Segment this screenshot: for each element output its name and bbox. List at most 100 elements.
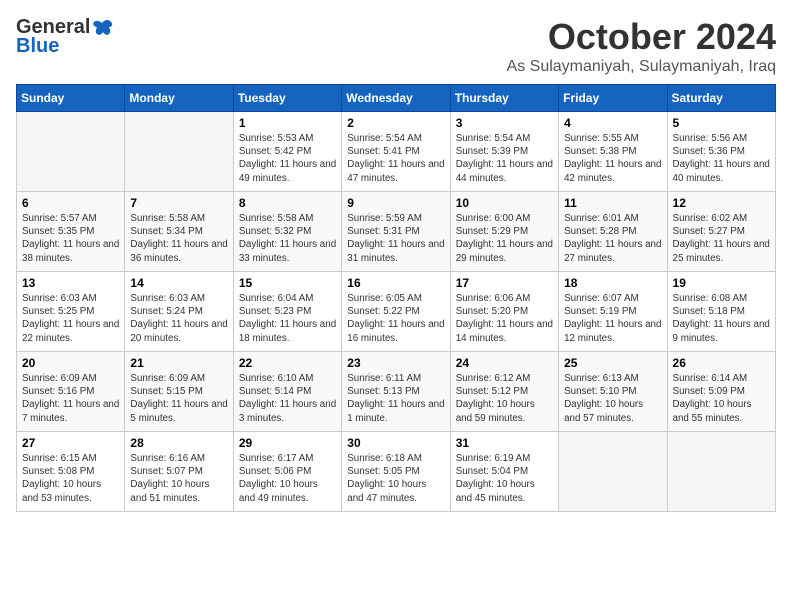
calendar-week-row: 27 Sunrise: 6:15 AM Sunset: 5:08 PM Dayli… [17,432,776,512]
day-info: Sunrise: 5:56 AM Sunset: 5:36 PM Dayligh… [673,132,770,185]
page-header: General Blue October 2024 As Sulaymaniya… [16,16,776,76]
location-title: As Sulaymaniyah, Sulaymaniyah, Iraq [507,58,776,76]
day-info: Sunrise: 6:00 AM Sunset: 5:29 PM Dayligh… [456,212,553,265]
calendar-cell: 29Sunrise: 6:17 AM Sunset: 5:06 PM Dayli… [233,432,341,512]
calendar-cell: 15 Sunrise: 6:04 AM Sunset: 5:23 PM Dayli… [233,272,341,352]
day-number: 30 [347,436,444,450]
day-info: Sunrise: 6:01 AM Sunset: 5:28 PM Dayligh… [564,212,661,265]
day-info: Sunrise: 6:18 AM Sunset: 5:05 PM Dayligh… [347,452,444,505]
day-number: 8 [239,196,336,210]
title-area: October 2024 As Sulaymaniyah, Sulaymaniy… [507,16,776,76]
day-number: 26 [673,356,770,370]
day-info: Sunrise: 6:08 AM Sunset: 5:18 PM Dayligh… [673,292,770,345]
calendar-cell: 20 Sunrise: 6:09 AM Sunset: 5:16 PM Dayli… [17,352,125,432]
col-header-monday: Monday [125,85,233,112]
day-number: 18 [564,276,661,290]
day-number: 24 [456,356,553,370]
day-info: Sunrise: 6:03 AM Sunset: 5:24 PM Dayligh… [130,292,227,345]
day-info: Sunrise: 6:11 AM Sunset: 5:13 PM Dayligh… [347,372,444,425]
calendar-cell [125,112,233,192]
calendar-cell [667,432,775,512]
day-info: Sunrise: 6:15 AM Sunset: 5:08 PM Dayligh… [22,452,119,505]
calendar-header-row: SundayMondayTuesdayWednesdayThursdayFrid… [17,85,776,112]
calendar-cell [559,432,667,512]
calendar-cell: 9 Sunrise: 5:59 AM Sunset: 5:31 PM Daylig… [342,192,450,272]
col-header-sunday: Sunday [17,85,125,112]
day-number: 12 [673,196,770,210]
calendar-cell: 25 Sunrise: 6:13 AM Sunset: 5:10 PM Dayli… [559,352,667,432]
day-info: Sunrise: 5:53 AM Sunset: 5:42 PM Dayligh… [239,132,336,185]
day-number: 28 [130,436,227,450]
calendar-cell: 12Sunrise: 6:02 AM Sunset: 5:27 PM Dayli… [667,192,775,272]
calendar-cell: 2 Sunrise: 5:54 AM Sunset: 5:41 PM Daylig… [342,112,450,192]
day-number: 2 [347,116,444,130]
calendar-cell: 1 Sunrise: 5:53 AM Sunset: 5:42 PM Daylig… [233,112,341,192]
day-info: Sunrise: 6:13 AM Sunset: 5:10 PM Dayligh… [564,372,661,425]
calendar-week-row: 13 Sunrise: 6:03 AM Sunset: 5:25 PM Dayli… [17,272,776,352]
calendar-week-row: 1 Sunrise: 5:53 AM Sunset: 5:42 PM Daylig… [17,112,776,192]
col-header-thursday: Thursday [450,85,558,112]
day-info: Sunrise: 6:04 AM Sunset: 5:23 PM Dayligh… [239,292,336,345]
day-number: 13 [22,276,119,290]
day-number: 3 [456,116,553,130]
calendar-week-row: 20 Sunrise: 6:09 AM Sunset: 5:16 PM Dayli… [17,352,776,432]
day-number: 22 [239,356,336,370]
calendar-cell: 7Sunrise: 5:58 AM Sunset: 5:34 PM Daylig… [125,192,233,272]
day-info: Sunrise: 6:05 AM Sunset: 5:22 PM Dayligh… [347,292,444,345]
col-header-wednesday: Wednesday [342,85,450,112]
day-number: 14 [130,276,227,290]
day-number: 25 [564,356,661,370]
day-number: 27 [22,436,119,450]
calendar-cell: 11Sunrise: 6:01 AM Sunset: 5:28 PM Dayli… [559,192,667,272]
calendar-cell: 5 Sunrise: 5:56 AM Sunset: 5:36 PM Daylig… [667,112,775,192]
day-info: Sunrise: 5:59 AM Sunset: 5:31 PM Dayligh… [347,212,444,265]
calendar-cell: 3Sunrise: 5:54 AM Sunset: 5:39 PM Daylig… [450,112,558,192]
calendar-week-row: 6Sunrise: 5:57 AM Sunset: 5:35 PM Daylig… [17,192,776,272]
logo-blue: Blue [16,35,59,58]
day-number: 7 [130,196,227,210]
day-info: Sunrise: 5:58 AM Sunset: 5:32 PM Dayligh… [239,212,336,265]
calendar-cell: 6Sunrise: 5:57 AM Sunset: 5:35 PM Daylig… [17,192,125,272]
day-info: Sunrise: 5:54 AM Sunset: 5:41 PM Dayligh… [347,132,444,185]
calendar-cell: 28 Sunrise: 6:16 AM Sunset: 5:07 PM Dayli… [125,432,233,512]
calendar-cell [17,112,125,192]
day-info: Sunrise: 6:09 AM Sunset: 5:15 PM Dayligh… [130,372,227,425]
day-number: 5 [673,116,770,130]
logo: General Blue [16,16,114,58]
day-info: Sunrise: 5:55 AM Sunset: 5:38 PM Dayligh… [564,132,661,185]
calendar-cell: 22 Sunrise: 6:10 AM Sunset: 5:14 PM Dayli… [233,352,341,432]
day-number: 16 [347,276,444,290]
day-number: 1 [239,116,336,130]
day-info: Sunrise: 6:09 AM Sunset: 5:16 PM Dayligh… [22,372,119,425]
day-number: 17 [456,276,553,290]
calendar-cell: 19 Sunrise: 6:08 AM Sunset: 5:18 PM Dayli… [667,272,775,352]
day-number: 15 [239,276,336,290]
calendar-cell: 8 Sunrise: 5:58 AM Sunset: 5:32 PM Daylig… [233,192,341,272]
calendar-cell: 31Sunrise: 6:19 AM Sunset: 5:04 PM Dayli… [450,432,558,512]
day-number: 9 [347,196,444,210]
day-info: Sunrise: 6:10 AM Sunset: 5:14 PM Dayligh… [239,372,336,425]
calendar-cell: 27 Sunrise: 6:15 AM Sunset: 5:08 PM Dayli… [17,432,125,512]
day-number: 4 [564,116,661,130]
day-number: 19 [673,276,770,290]
calendar-cell: 13 Sunrise: 6:03 AM Sunset: 5:25 PM Dayli… [17,272,125,352]
day-info: Sunrise: 6:16 AM Sunset: 5:07 PM Dayligh… [130,452,227,505]
day-info: Sunrise: 6:03 AM Sunset: 5:25 PM Dayligh… [22,292,119,345]
col-header-friday: Friday [559,85,667,112]
day-number: 21 [130,356,227,370]
calendar-cell: 21 Sunrise: 6:09 AM Sunset: 5:15 PM Dayli… [125,352,233,432]
day-info: Sunrise: 6:06 AM Sunset: 5:20 PM Dayligh… [456,292,553,345]
day-number: 29 [239,436,336,450]
calendar-cell: 14 Sunrise: 6:03 AM Sunset: 5:24 PM Dayli… [125,272,233,352]
day-info: Sunrise: 6:14 AM Sunset: 5:09 PM Dayligh… [673,372,770,425]
month-title: October 2024 [507,16,776,58]
calendar-cell: 16 Sunrise: 6:05 AM Sunset: 5:22 PM Dayli… [342,272,450,352]
day-number: 20 [22,356,119,370]
calendar-table: SundayMondayTuesdayWednesdayThursdayFrid… [16,84,776,512]
day-number: 6 [22,196,119,210]
calendar-cell: 30 Sunrise: 6:18 AM Sunset: 5:05 PM Dayli… [342,432,450,512]
logo-bird-icon [92,19,114,37]
calendar-cell: 23 Sunrise: 6:11 AM Sunset: 5:13 PM Dayli… [342,352,450,432]
day-number: 23 [347,356,444,370]
col-header-saturday: Saturday [667,85,775,112]
